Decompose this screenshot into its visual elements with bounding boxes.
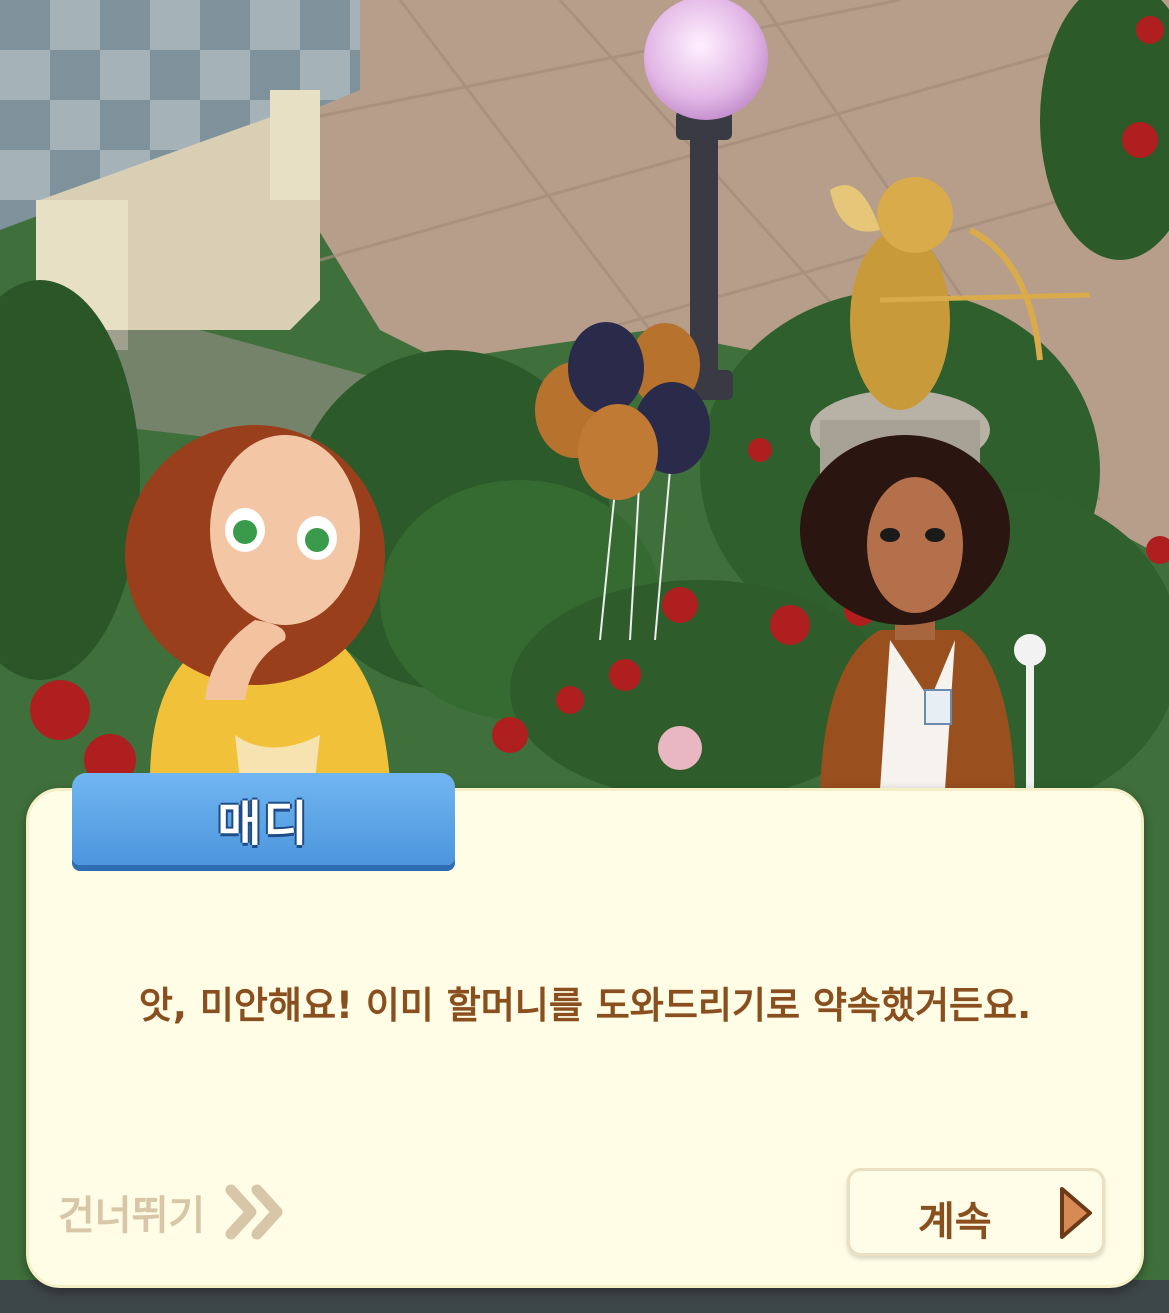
play-arrow-icon	[1060, 1187, 1092, 1239]
pink-rose	[658, 726, 702, 770]
skip-button[interactable]: 건너뛰기	[58, 1183, 289, 1241]
double-chevron-icon	[225, 1184, 283, 1240]
character-maddie	[125, 425, 390, 780]
continue-button[interactable]: 계속	[847, 1168, 1105, 1256]
continue-label: 계속	[918, 1199, 992, 1245]
skip-label: 건너뛰기	[58, 1193, 206, 1239]
speaker-name: 매디	[217, 796, 310, 852]
dialog-text: 앗, 미안해요! 이미 할머니를 도와드리기로 약속했거든요.	[138, 984, 1032, 1027]
speaker-name-tab: 매디	[72, 773, 455, 865]
